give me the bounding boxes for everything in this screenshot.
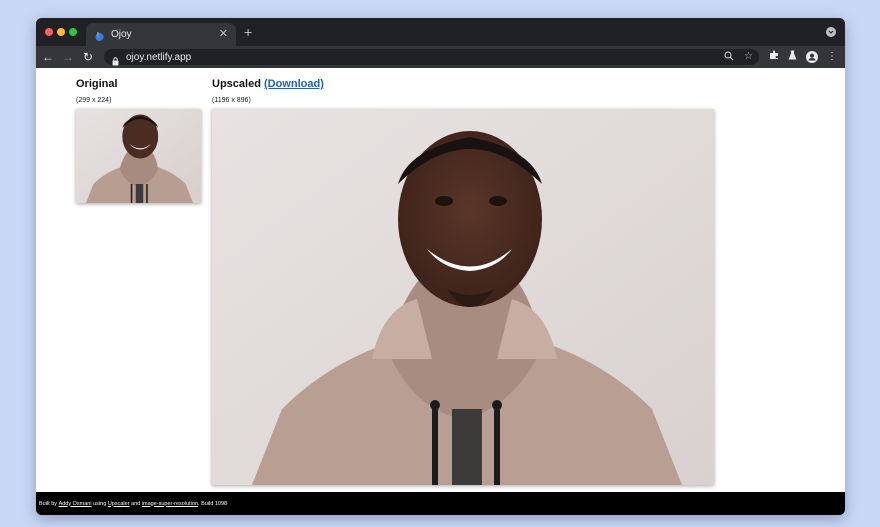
original-dimensions: (299 x 224) (76, 97, 112, 104)
upscaled-dimensions: (1196 x 896) (212, 97, 251, 104)
footer-built-by: Built by (39, 500, 58, 507)
upscaled-label: Upscaled (212, 78, 261, 90)
toolbar: ← → ↻ ojoy.netlify.app ☆ ⋮ (36, 46, 845, 68)
download-link[interactable]: (Download) (264, 78, 324, 90)
forward-arrow-icon[interactable]: → (58, 50, 78, 64)
url-text: ojoy.netlify.app (126, 51, 192, 63)
upscaled-heading: Upscaled (Download) (212, 78, 324, 90)
tab-ojoy[interactable]: Ojoy ✕ (86, 23, 236, 46)
upscaler-link[interactable]: Upscaler (108, 501, 130, 507)
close-window-button[interactable] (45, 28, 53, 36)
lock-icon (112, 53, 119, 65)
browser-window: Ojoy ✕ + ← → ↻ ojoy.netlify.app ☆ ⋮ Orig… (36, 18, 845, 515)
footer-build: . Build 1098 (198, 500, 228, 507)
address-bar[interactable]: ojoy.netlify.app ☆ (104, 49, 759, 65)
page-content: Original (299 x 224) Upscaled (Download)… (36, 68, 845, 492)
bookmark-star-icon[interactable]: ☆ (744, 51, 753, 64)
menu-kebab-icon[interactable]: ⋮ (827, 51, 837, 62)
upscaled-section: Upscaled (Download) (1196 x 896) (212, 78, 324, 104)
reload-icon[interactable]: ↻ (78, 50, 98, 64)
back-arrow-icon[interactable]: ← (38, 50, 58, 64)
library-link[interactable]: image-super-resolution (142, 501, 198, 507)
tab-search-icon[interactable] (826, 27, 836, 37)
tab-strip: Ojoy ✕ + (36, 18, 845, 46)
footer: Built by Addy Osmani using Upscaler and … (36, 492, 845, 515)
zoom-icon[interactable] (724, 51, 734, 64)
original-image (76, 109, 201, 203)
profile-avatar-icon[interactable] (806, 50, 818, 63)
maximize-window-button[interactable] (69, 28, 77, 36)
original-section: Original (299 x 224) (76, 78, 118, 104)
original-heading: Original (76, 78, 118, 90)
footer-and: and (131, 500, 141, 507)
close-tab-icon[interactable]: ✕ (219, 29, 228, 40)
tab-title: Ojoy (111, 29, 132, 40)
new-tab-button[interactable]: + (244, 25, 252, 39)
upscaled-image (212, 109, 714, 485)
extensions-puzzle-icon[interactable] (769, 50, 779, 63)
lab-flask-icon[interactable] (788, 50, 797, 63)
waving-hand-icon (94, 29, 105, 41)
minimize-window-button[interactable] (57, 28, 65, 36)
footer-using: using (93, 500, 107, 507)
author-link[interactable]: Addy Osmani (59, 501, 92, 507)
